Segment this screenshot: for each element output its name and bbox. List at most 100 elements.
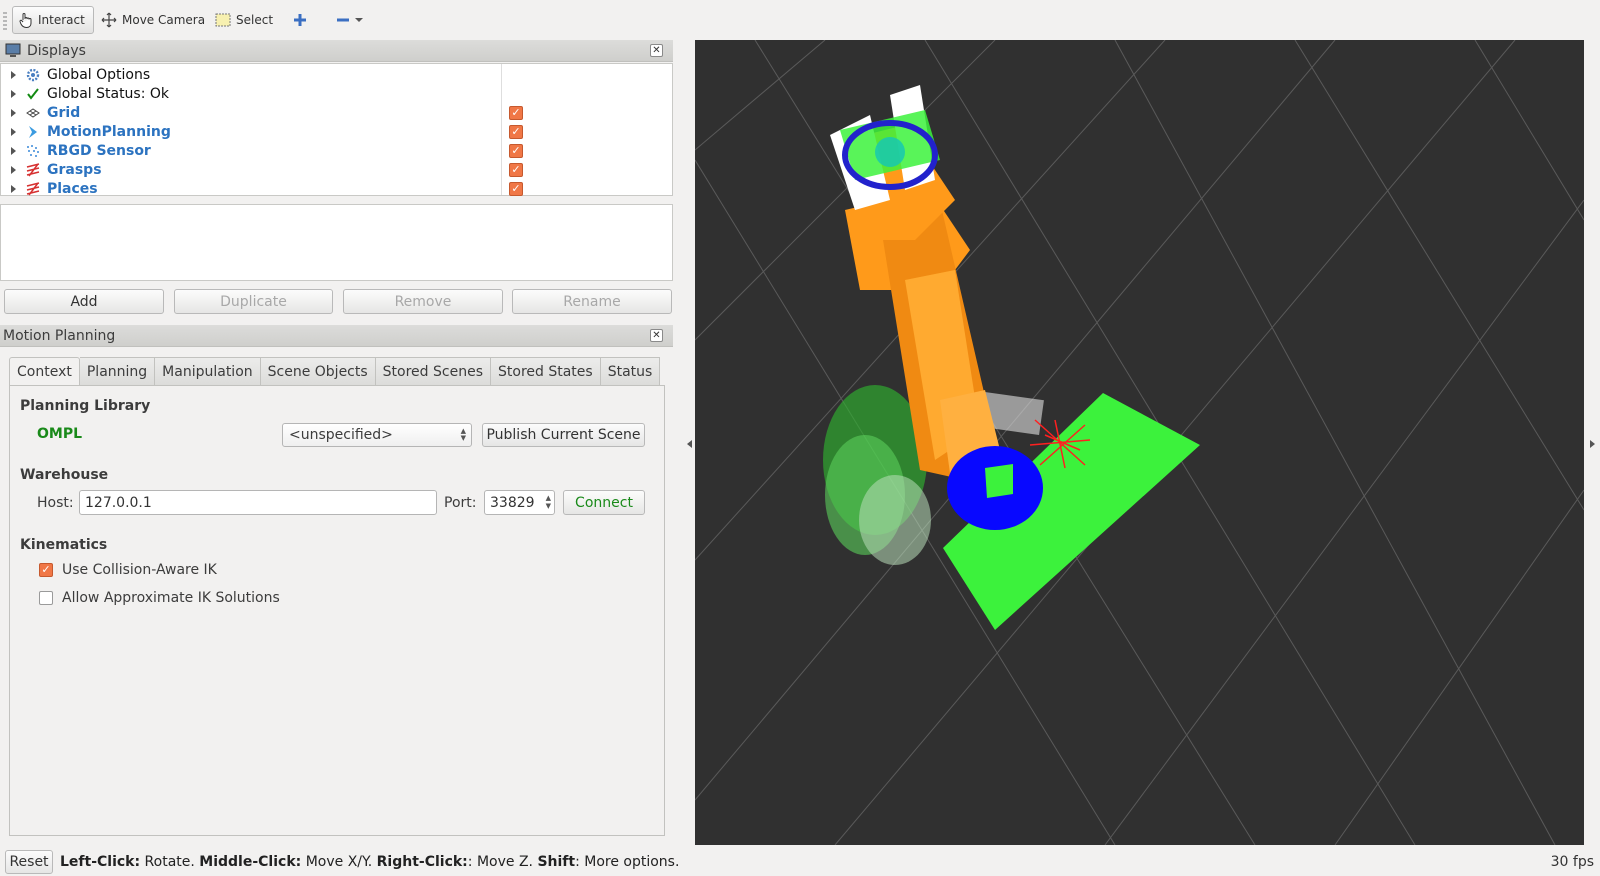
plus-icon — [293, 13, 307, 27]
host-label: Host: — [37, 495, 74, 511]
displays-close-button[interactable]: ✕ — [650, 44, 663, 57]
port-spinbox[interactable]: 33829 ▲ ▼ — [484, 490, 555, 515]
collision-aware-ik-label: Use Collision-Aware IK — [62, 562, 217, 578]
grid-icon — [25, 105, 40, 120]
fps-readout: 30 fps — [1550, 854, 1594, 870]
tree-label: Places — [47, 180, 98, 197]
collision-aware-ik-option[interactable]: Use Collision-Aware IK — [39, 562, 217, 578]
select-label: Select — [236, 13, 274, 27]
approximate-ik-checkbox[interactable] — [39, 591, 53, 605]
tab-scene-objects[interactable]: Scene Objects — [260, 357, 376, 385]
planning-library-name: OMPL — [37, 426, 83, 442]
tree-row-grid[interactable]: Grid — [1, 103, 672, 122]
remove-tool-button[interactable] — [330, 6, 369, 34]
expand-arrow-icon[interactable] — [11, 165, 16, 174]
port-label: Port: — [444, 495, 477, 511]
host-input[interactable]: 127.0.0.1 — [79, 490, 437, 515]
hint-shift: Shift — [537, 854, 576, 870]
add-tool-button[interactable] — [287, 6, 313, 34]
grasps-enabled-checkbox[interactable] — [509, 162, 523, 177]
tab-planning[interactable]: Planning — [79, 357, 156, 385]
expand-arrow-icon[interactable] — [11, 146, 16, 155]
warehouse-heading: Warehouse — [20, 467, 109, 483]
context-tab-pane — [9, 385, 665, 836]
displays-title: Displays — [27, 42, 86, 59]
3d-viewport[interactable] — [695, 40, 1584, 845]
tree-row-places[interactable]: Places — [1, 179, 672, 198]
tree-row-grasps[interactable]: Grasps — [1, 160, 672, 179]
hand-icon — [19, 12, 33, 28]
move-camera-icon — [101, 12, 117, 28]
display-description-box — [0, 204, 673, 281]
remove-display-button[interactable]: Remove — [343, 289, 503, 314]
port-value: 33829 — [490, 494, 535, 511]
planner-select[interactable]: <unspecified> ▲ ▼ — [282, 423, 472, 447]
displays-panel-header: Displays ✕ — [0, 40, 673, 62]
motion-planning-title: Motion Planning — [3, 327, 116, 344]
collapse-right-arrow-icon[interactable] — [1590, 440, 1595, 448]
tree-label: MotionPlanning — [47, 123, 171, 140]
add-display-button[interactable]: Add — [4, 289, 164, 314]
3d-scene[interactable] — [695, 40, 1584, 845]
status-hint: Left-Click: Rotate. Middle-Click: Move X… — [60, 854, 679, 870]
duplicate-display-button[interactable]: Duplicate — [174, 289, 333, 314]
tree-label: Grasps — [47, 161, 102, 178]
tab-stored-states[interactable]: Stored States — [491, 357, 601, 385]
places-enabled-checkbox[interactable] — [509, 181, 523, 196]
hint-move-z: : Move Z. — [467, 854, 538, 870]
hint-right-click: Right-Click: — [376, 854, 468, 870]
spin-arrows-icon[interactable]: ▲ ▼ — [546, 494, 551, 510]
interact-tool-button[interactable]: Interact — [12, 6, 94, 34]
approximate-ik-option[interactable]: Allow Approximate IK Solutions — [39, 590, 280, 606]
select-box-icon — [215, 13, 231, 27]
hint-more: : More options. — [575, 854, 680, 870]
tree-row-motion-planning[interactable]: MotionPlanning — [1, 122, 672, 141]
toolbar: Interact Move Camera Select — [0, 0, 1600, 40]
status-bar: Reset Left-Click: Rotate. Middle-Click: … — [0, 848, 1600, 876]
tab-status[interactable]: Status — [600, 357, 661, 385]
publish-current-scene-button[interactable]: Publish Current Scene — [482, 423, 645, 447]
reset-button[interactable]: Reset — [5, 850, 53, 874]
motion-planning-close-button[interactable]: ✕ — [650, 329, 663, 342]
tab-manipulation[interactable]: Manipulation — [155, 357, 261, 385]
move-camera-tool-button[interactable]: Move Camera — [95, 6, 211, 34]
expand-arrow-icon[interactable] — [11, 70, 16, 79]
motion-planning-enabled-checkbox[interactable] — [509, 124, 523, 139]
rbgd-sensor-enabled-checkbox[interactable] — [509, 143, 523, 158]
expand-arrow-icon[interactable] — [11, 89, 16, 98]
tree-row-global-status[interactable]: Global Status: Ok — [1, 84, 672, 103]
planning-library-heading: Planning Library — [20, 398, 151, 414]
tab-context[interactable]: Context — [9, 357, 80, 386]
connect-button[interactable]: Connect — [563, 490, 645, 515]
minus-icon — [336, 13, 350, 27]
motion-planning-tabs: Context Planning Manipulation Scene Obje… — [9, 357, 661, 386]
grid-enabled-checkbox[interactable] — [509, 105, 523, 120]
expand-arrow-icon[interactable] — [11, 127, 16, 136]
place-icon — [25, 181, 40, 196]
tree-label: Global Options — [47, 66, 151, 83]
tree-row-rbgd-sensor[interactable]: RBGD Sensor — [1, 141, 672, 160]
motion-planning-panel-header: Motion Planning ✕ — [0, 325, 673, 347]
hint-middle-click: Middle-Click: — [199, 854, 302, 870]
collapse-left-arrow-icon[interactable] — [687, 440, 692, 448]
monitor-icon — [5, 43, 21, 58]
target-object-marker — [985, 464, 1013, 498]
hint-left-click: Left-Click: — [60, 854, 141, 870]
tab-stored-scenes[interactable]: Stored Scenes — [375, 357, 491, 385]
collision-aware-ik-checkbox[interactable] — [39, 563, 53, 577]
expand-arrow-icon[interactable] — [11, 184, 16, 193]
hint-rotate: Rotate. — [140, 854, 200, 870]
toolbar-grip[interactable] — [3, 12, 7, 30]
gear-icon — [25, 67, 40, 82]
rename-display-button[interactable]: Rename — [512, 289, 672, 314]
expand-arrow-icon[interactable] — [11, 108, 16, 117]
interact-label: Interact — [38, 13, 85, 27]
displays-tree: Global Options Global Status: Ok Grid Mo… — [0, 63, 673, 198]
kinematics-heading: Kinematics — [20, 537, 108, 553]
select-tool-button[interactable]: Select — [209, 6, 279, 34]
move-camera-label: Move Camera — [122, 13, 206, 27]
tree-row-global-options[interactable]: Global Options — [1, 65, 672, 84]
tree-label: Grid — [47, 104, 81, 121]
tree-label: RBGD Sensor — [47, 142, 151, 159]
hint-move-xy: Move X/Y. — [301, 854, 377, 870]
